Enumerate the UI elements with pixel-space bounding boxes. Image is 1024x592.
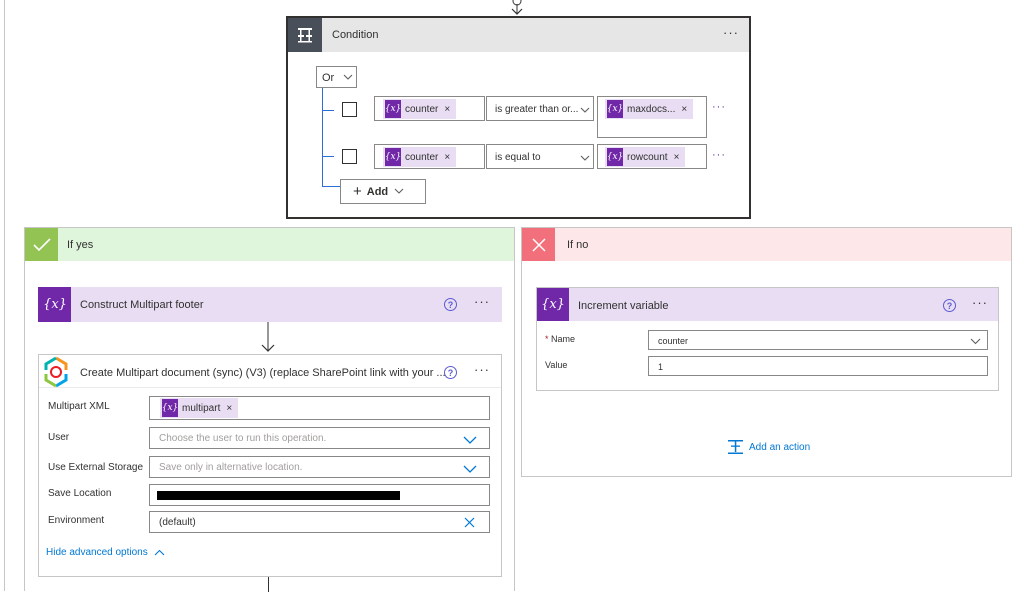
tree-branch — [322, 110, 334, 111]
field-label: Multipart XML — [48, 401, 110, 412]
variable-token[interactable]: {x} multipart × — [160, 398, 239, 418]
connector-line — [268, 577, 269, 592]
required-marker: * — [545, 334, 549, 344]
variable-name-dropdown[interactable]: counter — [648, 330, 988, 350]
card-more-options-button[interactable]: ··· — [972, 295, 988, 310]
connector-arrow-icon — [261, 322, 275, 352]
variable-icon: {x} — [39, 287, 71, 322]
condition-left-operand[interactable]: {x} counter × — [374, 96, 485, 121]
if-yes-branch: If yes {x} Construct Multipart footer ? … — [24, 227, 515, 592]
variable-icon: {x} — [385, 148, 401, 166]
connector-arrow-icon — [511, 0, 523, 15]
condition-row-checkbox[interactable] — [342, 102, 357, 117]
hide-advanced-options-link[interactable]: Hide advanced options — [46, 547, 165, 558]
variable-icon: {x} — [385, 100, 401, 118]
chevron-down-icon — [463, 436, 477, 444]
field-label: Environment — [48, 515, 105, 526]
row-more-options-button[interactable]: ··· — [712, 101, 726, 113]
variable-icon: {x} — [537, 288, 569, 321]
card-title: Construct Multipart footer — [80, 299, 204, 311]
external-storage-dropdown[interactable]: Save only in alternative location. — [149, 456, 490, 478]
variable-token[interactable]: {x} maxdocs... × — [605, 99, 694, 119]
variable-token[interactable]: {x} counter × — [383, 99, 457, 119]
chevron-down-icon — [580, 155, 590, 161]
variable-token[interactable]: {x} rowcount × — [605, 147, 686, 167]
remove-token-icon[interactable]: × — [681, 104, 687, 115]
if-no-header[interactable]: If no — [522, 228, 1011, 261]
chevron-down-icon — [580, 107, 590, 113]
variable-icon: {x} — [162, 399, 178, 417]
remove-token-icon[interactable]: × — [444, 152, 450, 163]
save-location-field[interactable] — [149, 484, 490, 506]
construct-multipart-footer-card[interactable]: {x} Construct Multipart footer ? ··· — [38, 287, 502, 322]
group-operator-dropdown[interactable]: Or — [316, 66, 357, 88]
chevron-down-icon — [970, 338, 981, 345]
condition-card[interactable]: Condition ··· Or {x} counter × is greate… — [286, 16, 751, 219]
if-yes-title: If yes — [67, 239, 94, 251]
card-more-options-button[interactable]: ··· — [474, 362, 490, 377]
help-icon[interactable]: ? — [943, 299, 956, 312]
row-more-options-button[interactable]: ··· — [712, 149, 726, 161]
field-label: Value — [545, 360, 568, 370]
card-header[interactable]: {x} Increment variable ? ··· — [537, 288, 998, 321]
redacted-value — [157, 491, 400, 500]
environment-field[interactable]: (default) — [149, 511, 490, 533]
condition-right-operand[interactable]: {x} rowcount × — [597, 144, 707, 169]
card-title: Increment variable — [578, 300, 669, 312]
if-no-branch: If no {x} Increment variable ? ··· * Nam… — [521, 227, 1012, 477]
tree-branch — [322, 156, 334, 157]
field-label: Save Location — [48, 488, 112, 499]
if-yes-header[interactable]: If yes — [25, 228, 514, 261]
condition-header[interactable]: Condition ··· — [288, 18, 749, 52]
condition-operator-dropdown[interactable]: is greater than or... — [486, 96, 594, 121]
condition-row-checkbox[interactable] — [342, 149, 357, 164]
variable-icon: {x} — [607, 148, 623, 166]
help-icon[interactable]: ? — [444, 298, 457, 311]
chevron-up-icon — [154, 549, 165, 556]
condition-icon — [288, 18, 322, 52]
card-header[interactable]: Create Multipart document (sync) (V3) (r… — [39, 355, 501, 388]
remove-token-icon[interactable]: × — [226, 403, 232, 414]
card-more-options-button[interactable]: ··· — [474, 294, 490, 309]
create-multipart-document-card[interactable]: Create Multipart document (sync) (V3) (r… — [38, 354, 502, 577]
user-dropdown[interactable]: Choose the user to run this operation. — [149, 427, 490, 449]
condition-more-options-button[interactable]: ··· — [723, 25, 739, 40]
plus-icon: + — [353, 183, 362, 200]
connector-logo-icon — [44, 356, 68, 388]
increment-value-field[interactable]: 1 — [648, 356, 988, 376]
tree-line — [322, 88, 323, 187]
clear-icon[interactable] — [464, 517, 475, 528]
close-icon — [522, 228, 555, 261]
variable-icon: {x} — [607, 100, 623, 118]
condition-left-operand[interactable]: {x} counter × — [374, 144, 485, 169]
chevron-down-icon — [394, 188, 404, 194]
increment-variable-card[interactable]: {x} Increment variable ? ··· * Name coun… — [536, 287, 999, 391]
condition-title: Condition — [332, 29, 379, 41]
add-action-icon — [728, 440, 743, 454]
condition-right-operand[interactable]: {x} maxdocs... × — [597, 96, 707, 138]
chevron-down-icon — [343, 74, 353, 80]
add-condition-button[interactable]: + Add — [340, 179, 426, 204]
help-icon[interactable]: ? — [444, 366, 457, 379]
multipart-xml-field[interactable]: {x} multipart × — [149, 396, 490, 420]
tree-branch — [322, 186, 340, 187]
variable-token[interactable]: {x} counter × — [383, 147, 457, 167]
remove-token-icon[interactable]: × — [674, 152, 680, 163]
remove-token-icon[interactable]: × — [444, 104, 450, 115]
if-no-title: If no — [567, 239, 589, 251]
field-label: Use External Storage — [48, 462, 144, 473]
chevron-down-icon — [463, 465, 477, 473]
add-an-action-button[interactable]: Add an action — [727, 439, 810, 455]
field-label: User — [48, 432, 70, 443]
field-label: * Name — [545, 334, 576, 344]
card-title: Create Multipart document (sync) (V3) (r… — [80, 367, 446, 379]
condition-operator-dropdown[interactable]: is equal to — [486, 144, 594, 169]
checkmark-icon — [25, 228, 58, 261]
canvas-left-border — [4, 0, 5, 591]
